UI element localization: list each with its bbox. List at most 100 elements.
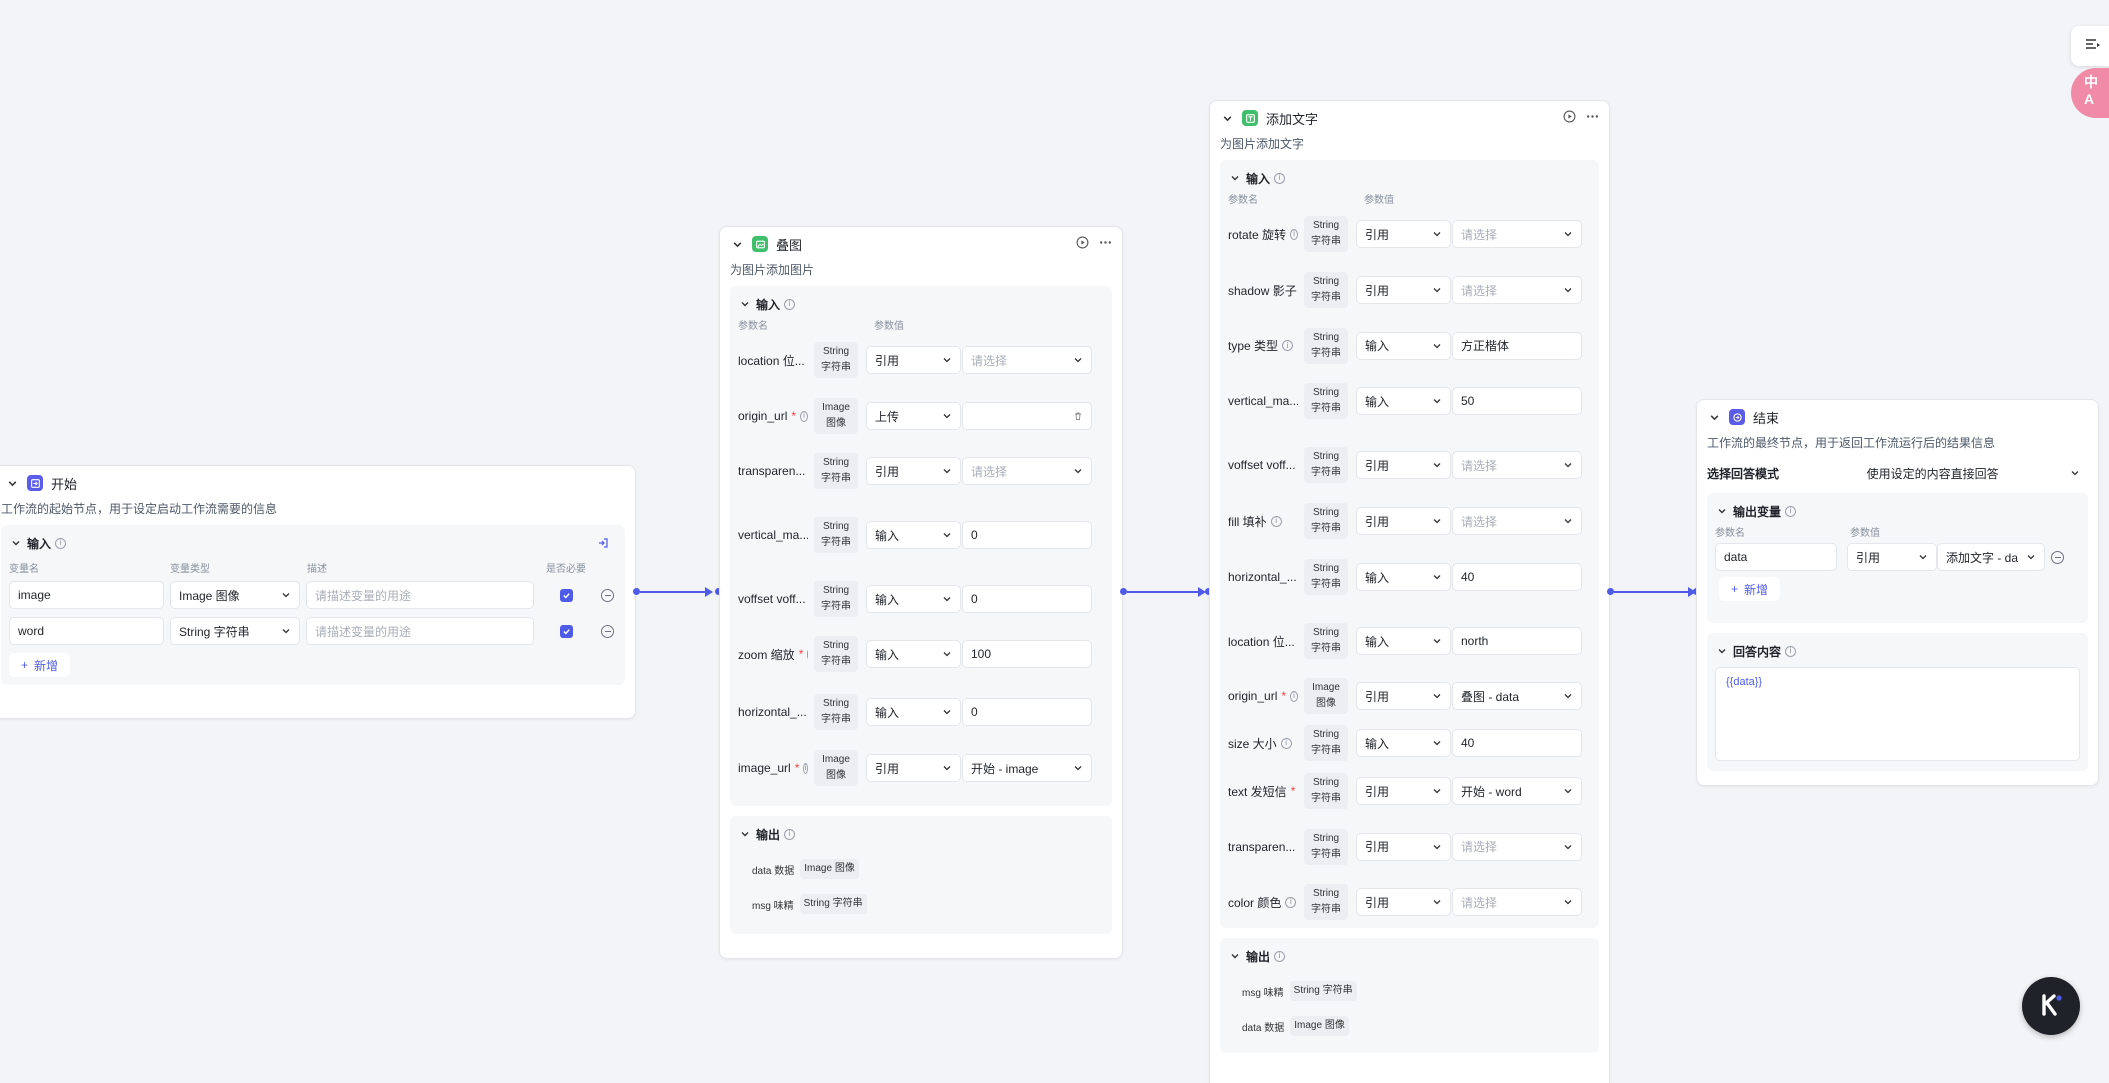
param-value-input[interactable]: 0: [962, 521, 1092, 549]
end-var-name-input[interactable]: data: [1715, 543, 1837, 571]
var-desc-placeholder: 请描述变量的用途: [315, 624, 412, 639]
param-mode-select[interactable]: 上传: [866, 402, 961, 430]
param-value-select[interactable]: 请选择: [1452, 220, 1582, 248]
var-name-input[interactable]: image: [9, 581, 164, 609]
run-icon[interactable]: [1563, 110, 1576, 126]
remove-row-icon[interactable]: [2051, 550, 2064, 564]
remove-row-icon[interactable]: [601, 624, 614, 638]
output-port[interactable]: [1120, 588, 1127, 595]
param-value: 请选择: [1461, 283, 1498, 298]
param-value-select[interactable]: 请选择: [962, 457, 1092, 485]
collapse-chevron-icon[interactable]: [1715, 644, 1729, 658]
param-mode-select[interactable]: 输入: [1356, 563, 1451, 591]
var-type-select[interactable]: String 字符串: [170, 617, 300, 645]
var-type-select[interactable]: Image 图像: [170, 581, 300, 609]
start-node[interactable]: 开始 工作流的起始节点，用于设定启动工作流需要的信息 输入 i 变量名 变量类型…: [0, 465, 636, 719]
param-type-badge: String 字符串: [1304, 216, 1348, 252]
param-mode-select[interactable]: 输入: [1356, 331, 1451, 360]
param-name-text: color 颜色: [1228, 895, 1282, 910]
collapse-chevron-icon[interactable]: [1715, 504, 1729, 518]
param-mode-select[interactable]: 引用: [1356, 276, 1451, 304]
param-value-select[interactable]: 开始 - word: [1452, 777, 1582, 805]
param-value-input[interactable]: 0: [962, 585, 1092, 613]
collapse-chevron-icon[interactable]: [1228, 171, 1242, 185]
collapse-chevron-icon[interactable]: [738, 827, 752, 841]
helper-logo-button[interactable]: [2022, 977, 2080, 1035]
collapse-chevron-icon[interactable]: [5, 476, 19, 490]
param-mode-select[interactable]: 引用: [1356, 220, 1451, 248]
param-type-badge: Image 图像: [814, 398, 858, 434]
info-icon: i: [800, 410, 808, 422]
param-value-input[interactable]: 40: [1452, 563, 1582, 591]
run-icon[interactable]: [1076, 236, 1089, 252]
trash-icon[interactable]: [1073, 411, 1083, 421]
param-mode-select[interactable]: 输入: [866, 698, 961, 726]
param-value-input[interactable]: 0: [962, 698, 1092, 726]
param-mode-select[interactable]: 引用: [866, 346, 961, 374]
param-value-input[interactable]: 方正楷体: [1452, 331, 1582, 360]
param-value-input[interactable]: north: [1452, 627, 1582, 655]
panel-toggle-button[interactable]: [2071, 26, 2109, 66]
param-mode-select[interactable]: 引用: [1356, 507, 1451, 535]
add-label: 新增: [34, 658, 59, 673]
param-mode-select[interactable]: 引用: [1356, 682, 1451, 710]
more-icon[interactable]: [1099, 236, 1112, 252]
collapse-chevron-icon[interactable]: [738, 297, 752, 311]
translate-badge[interactable]: 中 A: [2071, 68, 2109, 118]
overlay-node[interactable]: 叠图 为图片添加图片 输入 i 参数名 参数值 location 位...iSt…: [719, 226, 1123, 959]
answer-content-editor[interactable]: {{data}}: [1715, 667, 2080, 761]
add-text-node[interactable]: 添加文字 为图片添加文字 输入 i 参数名 参数值 rotate 旋转 i Stri…: [1209, 100, 1610, 1083]
param-mode-select[interactable]: 输入: [866, 585, 961, 613]
param-mode-select[interactable]: 输入: [1356, 729, 1451, 757]
chevron-down-icon: [1563, 285, 1573, 295]
param-mode-select[interactable]: 输入: [1356, 627, 1451, 655]
param-value-select[interactable]: 请选择: [1452, 276, 1582, 304]
var-desc-input[interactable]: 请描述变量的用途: [306, 617, 534, 645]
param-value-select[interactable]: 开始 - image: [962, 754, 1092, 782]
param-value-select[interactable]: 请选择: [1452, 451, 1582, 479]
param-mode-select[interactable]: 输入: [866, 521, 961, 549]
collapse-chevron-icon[interactable]: [1228, 949, 1242, 963]
add-output-button[interactable]: + 新增: [1719, 577, 1781, 601]
remove-row-icon[interactable]: [601, 588, 614, 602]
param-row: transparen...i String 字符串 引用 请选择: [738, 444, 1104, 498]
more-icon[interactable]: [1586, 110, 1599, 126]
param-mode-select[interactable]: 引用: [1356, 451, 1451, 479]
param-mode-select[interactable]: 引用: [866, 457, 961, 485]
param-mode-select[interactable]: 引用: [866, 754, 961, 782]
end-node[interactable]: 结束 工作流的最终节点，用于返回工作流运行后的结果信息 选择回答模式 使用设定的…: [1696, 399, 2099, 786]
output-port[interactable]: [633, 588, 640, 595]
param-value: 0: [971, 705, 978, 719]
required-checkbox[interactable]: [560, 624, 573, 638]
collapse-chevron-icon[interactable]: [1707, 410, 1721, 424]
collapse-chevron-icon[interactable]: [730, 237, 744, 251]
output-port[interactable]: [1607, 588, 1614, 595]
collapse-chevron-icon[interactable]: [1220, 111, 1234, 125]
required-checkbox[interactable]: [560, 588, 573, 602]
param-value-input[interactable]: 100: [962, 640, 1092, 668]
param-mode-select[interactable]: 输入: [1356, 387, 1451, 415]
param-mode-select[interactable]: 引用: [1356, 888, 1451, 916]
param-value-select[interactable]: 叠图 - data: [1452, 682, 1582, 710]
param-mode-select[interactable]: 输入: [866, 640, 961, 668]
var-desc-input[interactable]: 请描述变量的用途: [306, 581, 534, 609]
param-value-select[interactable]: 请选择: [1452, 507, 1582, 535]
end-var-mode-select[interactable]: 引用: [1847, 543, 1937, 571]
answer-mode-select[interactable]: 使用设定的内容直接回答: [1859, 459, 2088, 487]
param-mode-select[interactable]: 引用: [1356, 832, 1451, 861]
chevron-down-icon: [1432, 691, 1442, 701]
collapse-chevron-icon[interactable]: [9, 536, 23, 550]
param-value-input[interactable]: 40: [1452, 729, 1582, 757]
chevron-down-icon: [942, 707, 952, 717]
var-name-input[interactable]: word: [9, 617, 164, 645]
param-name: color 颜色 i: [1228, 894, 1298, 911]
param-upload-field[interactable]: [962, 402, 1092, 430]
param-value-select[interactable]: 请选择: [1452, 888, 1582, 916]
add-variable-button[interactable]: + 新增: [9, 653, 71, 677]
param-value-input[interactable]: 50: [1452, 387, 1582, 415]
end-var-value-select[interactable]: 添加文字 - da: [1937, 543, 2045, 571]
param-value-select[interactable]: 请选择: [962, 346, 1092, 374]
param-value-select[interactable]: 请选择: [1452, 832, 1582, 861]
import-icon[interactable]: [597, 537, 609, 549]
param-mode-select[interactable]: 引用: [1356, 777, 1451, 805]
